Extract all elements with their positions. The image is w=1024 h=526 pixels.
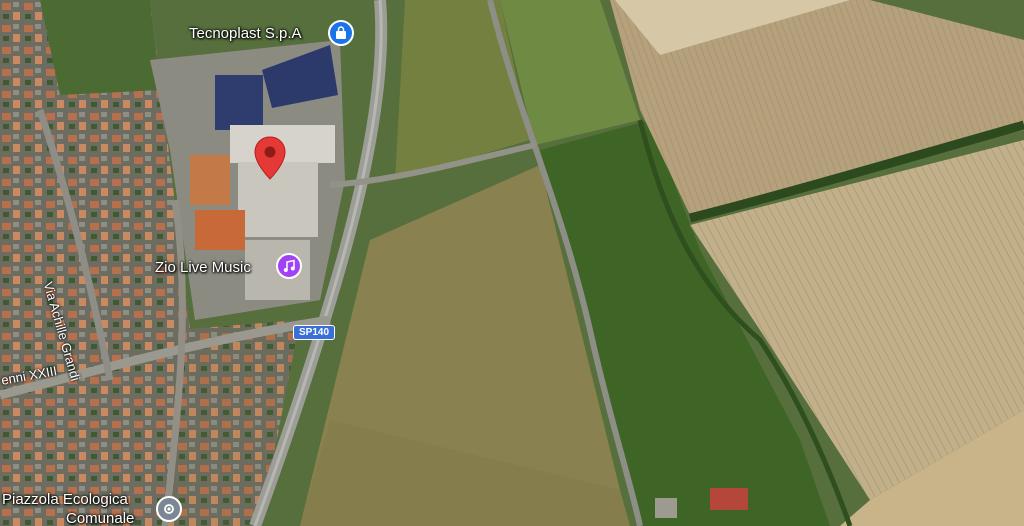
satellite-imagery bbox=[0, 0, 1024, 526]
place-label-piazzola-line2[interactable]: Comunale bbox=[66, 511, 134, 526]
music-icon-glyph bbox=[283, 259, 295, 272]
pin-icon-glyph bbox=[164, 504, 174, 514]
music-icon[interactable] bbox=[276, 253, 302, 279]
place-label-zio-live-music[interactable]: Zio Live Music bbox=[155, 260, 251, 276]
map-canvas[interactable]: Tecnoplast S.p.A Zio Live Music SP140 Vi… bbox=[0, 0, 1024, 526]
route-shield-sp140: SP140 bbox=[293, 325, 336, 340]
selected-location-pin-icon[interactable] bbox=[253, 135, 287, 186]
pin-icon[interactable] bbox=[156, 496, 182, 522]
place-label-piazzola-line1[interactable]: Piazzola Ecologica bbox=[2, 492, 128, 508]
shopping-bag-icon[interactable] bbox=[328, 20, 354, 46]
shopping-bag-icon-glyph bbox=[336, 26, 346, 39]
place-label-tecnoplast[interactable]: Tecnoplast S.p.A bbox=[189, 26, 302, 42]
